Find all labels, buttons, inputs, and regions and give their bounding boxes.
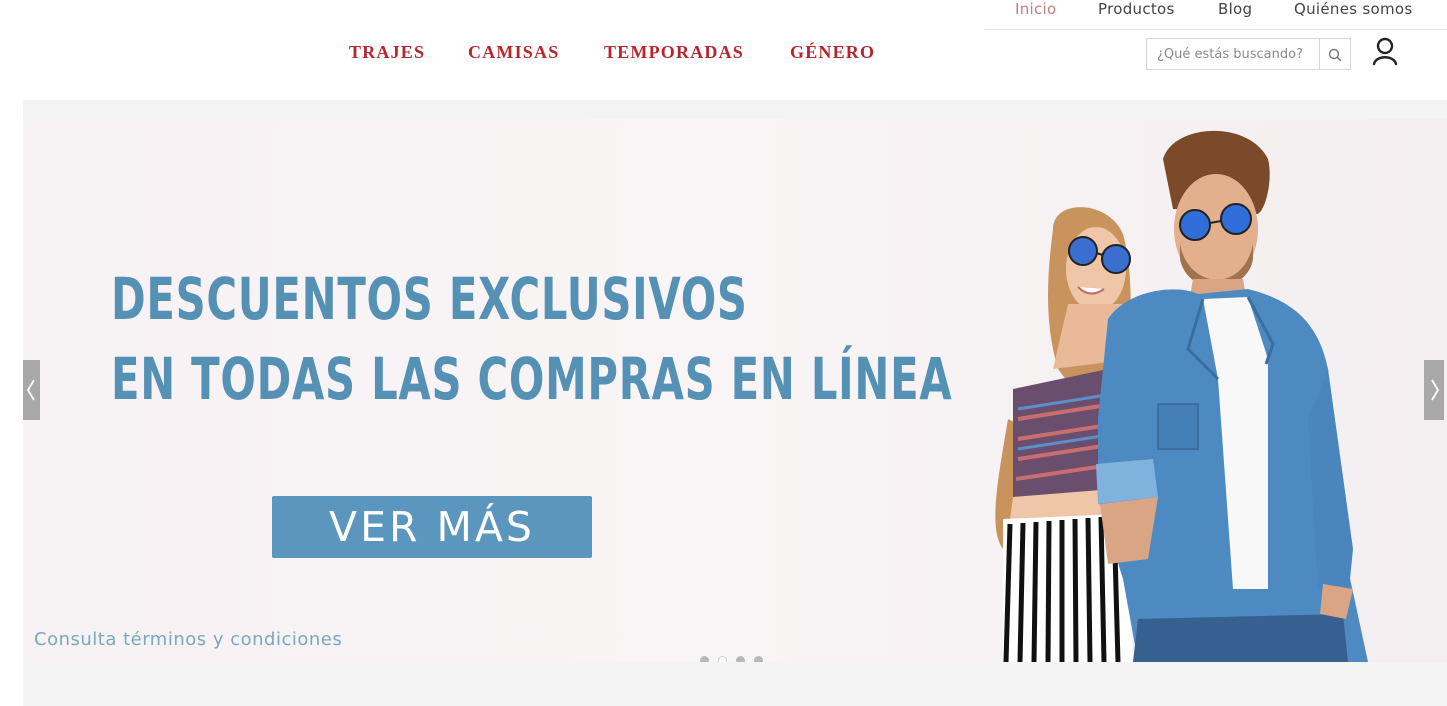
nav-temporadas[interactable]: TEMPORADAS	[604, 42, 744, 63]
search-input[interactable]	[1147, 39, 1319, 69]
nav-genero[interactable]: GÉNERO	[790, 42, 875, 63]
below-hero-band	[23, 662, 1447, 706]
account-button[interactable]	[1370, 36, 1400, 68]
top-nav-productos[interactable]: Productos	[1098, 0, 1175, 18]
terms-link[interactable]: Consulta términos y condiciones	[34, 629, 342, 650]
user-icon	[1372, 37, 1398, 66]
carousel-next-button[interactable]	[1424, 360, 1444, 420]
top-nav-blog[interactable]: Blog	[1218, 0, 1252, 18]
nav-trajes[interactable]: TRAJES	[349, 42, 425, 63]
hero-couple-image	[995, 130, 1368, 662]
top-nav-quienes-somos[interactable]: Quiénes somos	[1294, 0, 1413, 18]
top-nav: Inicio Productos Blog Quiénes somos	[985, 0, 1447, 30]
hero-top-strip	[23, 100, 1447, 119]
hero-headline: DESCUENTOS EXCLUSIVOS EN TODAS LAS COMPR…	[111, 259, 952, 419]
page: Inicio Productos Blog Quiénes somos TRAJ…	[0, 0, 1447, 706]
nav-camisas[interactable]: CAMISAS	[468, 42, 559, 63]
hero-banner: DESCUENTOS EXCLUSIVOS EN TODAS LAS COMPR…	[23, 119, 1447, 662]
top-nav-inicio[interactable]: Inicio	[1015, 0, 1057, 18]
chevron-right-icon	[1431, 379, 1440, 401]
search-button[interactable]	[1319, 39, 1350, 69]
hero-headline-line-2: EN TODAS LAS COMPRAS EN LÍNEA	[111, 345, 953, 413]
ver-mas-button[interactable]: VER MÁS	[272, 496, 592, 558]
search-box	[1146, 38, 1351, 70]
hero-headline-line-1: DESCUENTOS EXCLUSIVOS	[111, 265, 748, 333]
search-icon	[1328, 48, 1342, 62]
carousel-prev-button[interactable]	[23, 360, 40, 420]
chevron-left-icon	[26, 379, 35, 401]
